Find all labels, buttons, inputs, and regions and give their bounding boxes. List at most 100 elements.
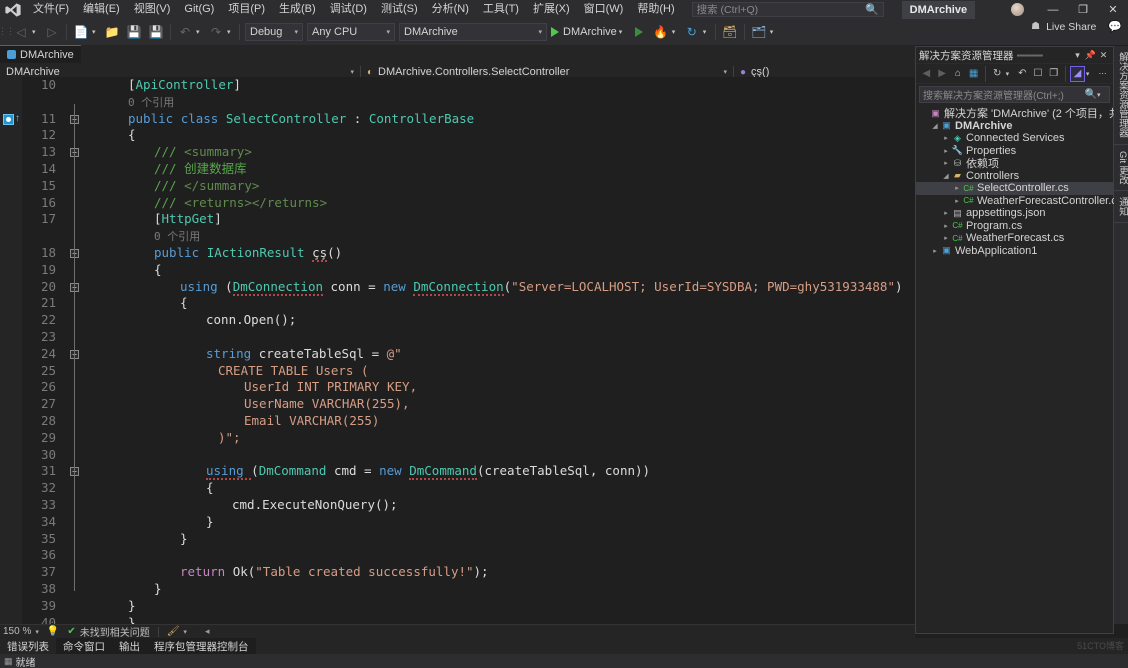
- rail-tab-solution-explorer[interactable]: 解决方案资源管理器: [1114, 46, 1128, 145]
- back-dropdown-icon[interactable]: ▾: [32, 28, 41, 36]
- build-configuration-combo[interactable]: Debug ▾: [245, 22, 303, 41]
- code-line[interactable]: }: [86, 514, 214, 531]
- menu-window[interactable]: 窗口(W): [577, 0, 631, 19]
- new-item-icon[interactable]: 📄: [70, 21, 92, 43]
- tree-expanded-icon[interactable]: ◢: [930, 122, 940, 130]
- solution-tree[interactable]: ▣ 解决方案 'DMArchive' (2 个项目，共 2 个) ◢ ▣ DMArchi…: [916, 105, 1128, 258]
- new-item-dropdown-icon[interactable]: ▾: [92, 28, 101, 36]
- menu-file[interactable]: 文件(F): [26, 0, 76, 19]
- code-line[interactable]: {: [86, 127, 136, 144]
- minimize-button[interactable]: —: [1038, 0, 1068, 19]
- code-line[interactable]: public class SelectController : Controll…: [86, 111, 474, 128]
- code-line[interactable]: [86, 329, 206, 346]
- chevron-down-icon[interactable]: ▾: [31, 628, 43, 636]
- tree-item-controllers[interactable]: ◢ ▰ Controllers: [916, 170, 1113, 183]
- menu-edit[interactable]: 编辑(E): [76, 0, 127, 19]
- menu-view[interactable]: 视图(V): [127, 0, 178, 19]
- tree-collapsed-icon[interactable]: ▸: [952, 197, 962, 205]
- code-line[interactable]: )";: [86, 430, 241, 447]
- save-all-icon[interactable]: 💾: [145, 21, 167, 43]
- scroll-left-icon[interactable]: ◂: [191, 626, 210, 637]
- tree-collapsed-icon[interactable]: ▸: [941, 234, 951, 242]
- code-line[interactable]: /// 创建数据库: [86, 161, 247, 178]
- code-text-area[interactable]: [ApiController] 0 个引用 public class SelectC…: [86, 77, 915, 624]
- back-icon[interactable]: ◀: [919, 66, 934, 82]
- tree-expanded-icon[interactable]: ◢: [941, 172, 951, 180]
- code-fold-gutter[interactable]: −−−−−−: [64, 77, 86, 624]
- tree-item-selectcontroller-cs[interactable]: ▸ C# SelectController.cs: [916, 182, 1113, 195]
- menu-tools[interactable]: 工具(T): [476, 0, 526, 19]
- codelens-reference-row[interactable]: 0 个引用: [86, 228, 200, 245]
- tree-item-appsettings-json[interactable]: ▸ ▤ appsettings.json: [916, 207, 1113, 220]
- chevron-down-icon[interactable]: ▾: [1071, 50, 1084, 61]
- run-button[interactable]: DMArchive: [549, 21, 619, 43]
- code-line[interactable]: }: [86, 581, 162, 598]
- overflow-icon[interactable]: ⋯: [1095, 66, 1110, 82]
- navigate-forward-icon[interactable]: ▷: [41, 21, 63, 43]
- platform-combo[interactable]: Any CPU ▾: [307, 22, 395, 41]
- code-line[interactable]: cmd.ExecuteNonQuery();: [86, 497, 398, 514]
- menu-help[interactable]: 帮助(H): [630, 0, 681, 19]
- restart-dropdown-icon[interactable]: ▾: [703, 28, 712, 36]
- tree-collapsed-icon[interactable]: ▸: [941, 147, 951, 155]
- code-line[interactable]: UserName VARCHAR(255),: [86, 396, 410, 413]
- properties-icon[interactable]: ❐: [1046, 66, 1061, 82]
- code-line[interactable]: [HttpGet]: [86, 211, 222, 228]
- code-line[interactable]: }: [86, 598, 136, 615]
- menu-test[interactable]: 测试(S): [374, 0, 425, 19]
- bottom-tab-command-window[interactable]: 命令窗口: [56, 638, 112, 654]
- code-line[interactable]: {: [86, 295, 188, 312]
- code-line[interactable]: {: [86, 480, 214, 497]
- refresh-dropdown-icon[interactable]: ▾: [1006, 70, 1014, 78]
- tree-item-[interactable]: ▸ ⛁ 依赖项: [916, 157, 1113, 171]
- restart-icon[interactable]: ↻: [681, 21, 703, 43]
- window-layout-icon[interactable]: 🗂: [748, 21, 770, 43]
- title-grip[interactable]: ▪▪▪▪▪▪▪▪▪▪▪▪▪▪: [1014, 51, 1072, 60]
- code-line[interactable]: /// </summary>: [86, 178, 259, 195]
- brush-icon[interactable]: 🖌: [167, 626, 180, 637]
- code-line[interactable]: [86, 547, 180, 564]
- bottom-tab-package-manager-console[interactable]: 程序包管理器控制台: [147, 638, 256, 654]
- tree-item-weatherforecast-cs[interactable]: ▸ C# WeatherForecast.cs: [916, 232, 1113, 245]
- code-line[interactable]: using (DmCommand cmd = new DmCommand(cre…: [86, 463, 650, 481]
- brush-dropdown-icon[interactable]: ▾: [179, 628, 191, 636]
- menu-debug[interactable]: 调试(D): [323, 0, 374, 19]
- undo-dropdown-icon[interactable]: ▾: [196, 28, 205, 36]
- menu-analyze[interactable]: 分析(N): [425, 0, 476, 19]
- code-line[interactable]: [86, 447, 206, 464]
- view-designer-icon[interactable]: ◢: [1070, 65, 1085, 82]
- code-line[interactable]: return Ok("Table created successfully!")…: [86, 564, 489, 581]
- quick-launch-search[interactable]: 搜索 (Ctrl+Q) 🔍: [691, 2, 884, 17]
- breakpoint-gutter[interactable]: ↑: [0, 77, 22, 624]
- code-line[interactable]: }: [86, 531, 188, 548]
- rail-tab-git-changes[interactable]: Git 更改: [1114, 145, 1128, 192]
- codelens-reference-count[interactable]: 0 个引用: [86, 230, 200, 243]
- maximize-button[interactable]: ❐: [1068, 0, 1098, 19]
- view-dropdown-icon[interactable]: ▾: [1086, 70, 1094, 78]
- pending-changes-icon[interactable]: ▦: [966, 66, 981, 82]
- redo-icon[interactable]: ↷: [205, 21, 227, 43]
- menu-build[interactable]: 生成(B): [272, 0, 323, 19]
- close-icon[interactable]: ✕: [1097, 50, 1110, 61]
- search-options-icon[interactable]: ▾: [1097, 91, 1106, 99]
- codelens-reference-count[interactable]: 0 个引用: [86, 96, 174, 109]
- codelens-reference-row[interactable]: 0 个引用: [86, 94, 174, 111]
- editor-tab-dmarchive[interactable]: DMArchive: [0, 45, 81, 63]
- code-line[interactable]: /// <summary>: [86, 144, 252, 161]
- user-avatar[interactable]: [1011, 3, 1024, 16]
- tree-item-connected-services[interactable]: ▸ ◈ Connected Services: [916, 132, 1113, 145]
- startup-project-combo[interactable]: DMArchive ▾: [399, 22, 547, 41]
- tree-item-webapplication1[interactable]: ▸ ▣ WebApplication1: [916, 245, 1113, 258]
- layout-dropdown-icon[interactable]: ▾: [770, 28, 779, 36]
- code-line[interactable]: using (DmConnection conn = new DmConnect…: [86, 278, 910, 296]
- code-line[interactable]: }: [86, 615, 136, 624]
- solution-explorer-search[interactable]: 搜索解决方案资源管理器(Ctrl+;) 🔍 ▾: [919, 86, 1110, 103]
- breakpoint-marker[interactable]: [3, 113, 14, 125]
- play-hollow-icon[interactable]: [628, 21, 650, 43]
- tree-item-program-cs[interactable]: ▸ C# Program.cs: [916, 220, 1113, 233]
- toolbar-grip[interactable]: ⋮⋮: [0, 24, 15, 40]
- code-line[interactable]: /// <returns></returns>: [86, 195, 327, 212]
- show-all-files-icon[interactable]: ↶: [1015, 66, 1030, 82]
- tree-item-weatherforecastcontroller-cs[interactable]: ▸ C# WeatherForecastController.cs: [916, 195, 1122, 208]
- code-line[interactable]: Email VARCHAR(255): [86, 413, 379, 430]
